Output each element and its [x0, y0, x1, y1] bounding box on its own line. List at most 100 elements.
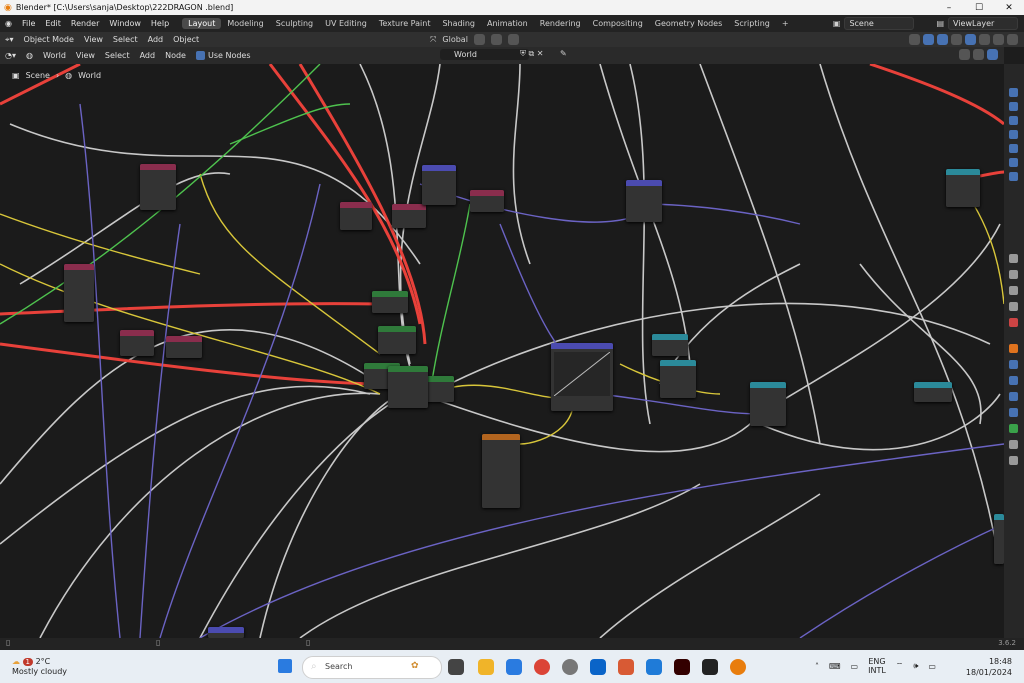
tab-shading[interactable]: Shading — [436, 18, 481, 29]
tab-sculpting[interactable]: Sculpting — [270, 18, 319, 29]
tab-modeling[interactable]: Modeling — [221, 18, 269, 29]
weather-widget[interactable]: ☁ 1 2°C Mostly cloudy — [12, 657, 67, 677]
camera-icon[interactable] — [1009, 158, 1018, 167]
chevron-up-icon[interactable]: ˄ — [815, 662, 819, 671]
node-bump[interactable] — [626, 180, 662, 222]
overlay-toggle-icon[interactable] — [973, 49, 984, 60]
gizmo-icon[interactable] — [923, 34, 934, 45]
breadcrumb-scene[interactable]: Scene — [26, 71, 50, 80]
use-nodes-checkbox[interactable]: Use Nodes — [191, 51, 256, 60]
shading-material-icon[interactable] — [993, 34, 1004, 45]
node-math[interactable] — [750, 382, 786, 426]
editor-type-icon[interactable]: ⌖▾ — [0, 35, 19, 45]
add-workspace-icon[interactable]: + — [776, 18, 795, 29]
node-world-output[interactable] — [392, 204, 426, 228]
photos-icon[interactable] — [618, 659, 634, 675]
node-world-output-2[interactable] — [470, 190, 504, 212]
scene-selector[interactable]: Scene — [844, 17, 915, 30]
node-mix-shader[interactable] — [378, 326, 416, 354]
tab-geometry-nodes[interactable]: Geometry Nodes — [649, 18, 728, 29]
menu-add[interactable]: Add — [143, 35, 169, 44]
node-attribute[interactable] — [140, 164, 176, 210]
shading-solid-icon[interactable] — [979, 34, 990, 45]
task-view-icon[interactable] — [448, 659, 464, 675]
search-input[interactable]: ⌕ Search ✿ — [302, 656, 442, 679]
blender-menu-icon[interactable]: ◉ — [0, 19, 17, 28]
tab-animation[interactable]: Animation — [481, 18, 534, 29]
constraints-icon[interactable] — [1009, 408, 1018, 417]
camera-icon[interactable] — [1009, 172, 1018, 181]
app-icon[interactable] — [702, 659, 718, 675]
node-wireframe[interactable] — [120, 330, 154, 356]
xray-icon[interactable] — [951, 34, 962, 45]
output-icon[interactable] — [1009, 286, 1018, 295]
shading-rendered-icon[interactable] — [1007, 34, 1018, 45]
start-icon[interactable] — [278, 659, 292, 673]
snap-icon[interactable] — [490, 34, 502, 45]
node-value[interactable] — [914, 382, 952, 402]
tab-layout[interactable]: Layout — [182, 18, 222, 29]
volume-icon[interactable]: 🕪 — [913, 661, 918, 671]
view-layer-icon[interactable] — [1009, 302, 1018, 311]
breadcrumb-world[interactable]: World — [78, 71, 101, 80]
camera-icon[interactable] — [1009, 116, 1018, 125]
menu-view[interactable]: View — [79, 35, 108, 44]
scene-props-icon[interactable] — [1009, 318, 1018, 327]
texture-icon[interactable] — [1009, 456, 1018, 465]
viewlayer-selector[interactable]: ViewLayer — [948, 17, 1018, 30]
menu-select[interactable]: Select — [108, 35, 143, 44]
node-partial-right[interactable] — [994, 514, 1004, 564]
material-icon[interactable] — [1009, 440, 1018, 449]
node-geometry[interactable] — [64, 264, 94, 322]
menu-edit[interactable]: Edit — [40, 19, 66, 28]
node-menu-select[interactable]: Select — [100, 51, 135, 60]
camera-icon[interactable] — [1009, 88, 1018, 97]
node-displacement[interactable] — [422, 165, 456, 205]
tab-scripting[interactable]: Scripting — [728, 18, 776, 29]
store-icon[interactable] — [506, 659, 522, 675]
display-icon[interactable]: ▭ — [851, 662, 859, 671]
world-datablock-field[interactable]: World — [440, 49, 529, 60]
visibility-icon[interactable] — [909, 34, 920, 45]
maximize-button[interactable]: ☐ — [964, 3, 994, 13]
shading-wireframe-icon[interactable] — [965, 34, 976, 45]
mail-icon[interactable] — [646, 659, 662, 675]
blender-taskbar-icon[interactable] — [730, 659, 746, 675]
node-tangent[interactable] — [166, 336, 202, 358]
keyboard-icon[interactable]: ⌨ — [829, 662, 841, 671]
render-icon[interactable] — [1009, 270, 1018, 279]
chrome-icon[interactable] — [534, 659, 550, 675]
outlook-icon[interactable] — [590, 659, 606, 675]
node-editor-type-icon[interactable]: ◔▾ — [0, 51, 21, 60]
close-button[interactable]: ✕ — [994, 3, 1024, 13]
illustrator-icon[interactable] — [674, 659, 690, 675]
curve-graph[interactable] — [554, 352, 610, 396]
minimize-button[interactable]: – — [934, 3, 964, 13]
node-menu-add[interactable]: Add — [135, 51, 161, 60]
object-mode-selector[interactable]: Object Mode — [19, 35, 79, 44]
menu-file[interactable]: File — [17, 19, 40, 28]
node-menu-node[interactable]: Node — [160, 51, 191, 60]
node-sky-texture[interactable] — [482, 434, 520, 508]
object-data-icon[interactable] — [1009, 424, 1018, 433]
camera-icon[interactable] — [1009, 130, 1018, 139]
shader-type-selector[interactable]: World — [38, 51, 71, 60]
wifi-icon[interactable]: ⌔ — [896, 661, 904, 671]
settings-icon[interactable] — [562, 659, 578, 675]
camera-icon[interactable] — [1009, 102, 1018, 111]
node-mix-right[interactable] — [946, 169, 980, 207]
menu-help[interactable]: Help — [146, 19, 174, 28]
battery-icon[interactable]: ▭ — [928, 662, 936, 671]
node-emission[interactable] — [388, 366, 428, 408]
clock[interactable]: 18:48 18/01/2024 — [966, 656, 1012, 678]
tab-texture-paint[interactable]: Texture Paint — [373, 18, 437, 29]
tab-compositing[interactable]: Compositing — [587, 18, 649, 29]
language-indicator[interactable]: ENG INTL — [868, 657, 886, 675]
node-separate[interactable] — [652, 334, 688, 356]
snapping-icon[interactable] — [959, 49, 970, 60]
overlay-icon[interactable] — [937, 34, 948, 45]
modifier-icon[interactable] — [1009, 360, 1018, 369]
camera-icon[interactable] — [1009, 144, 1018, 153]
node-rgb-curves[interactable] — [551, 343, 613, 411]
physics-icon[interactable] — [1009, 392, 1018, 401]
